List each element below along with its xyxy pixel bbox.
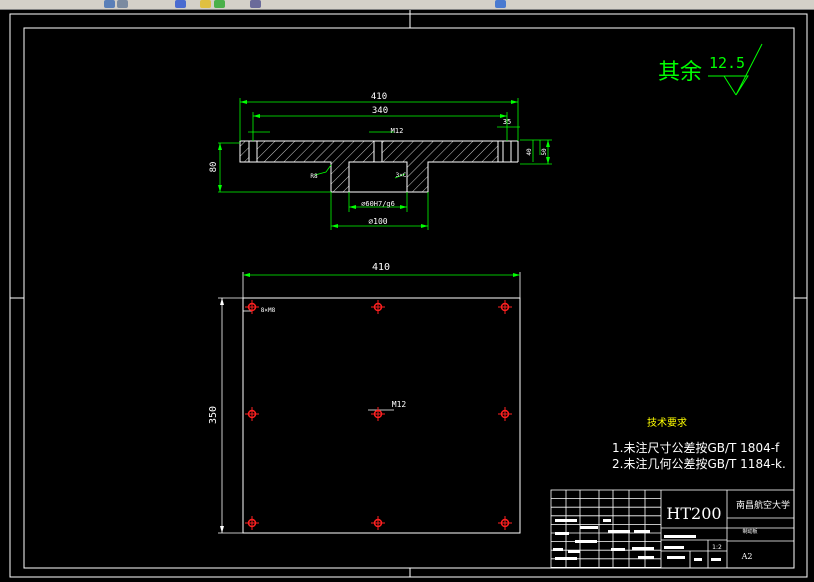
tech-req-line-1: 1.未注尺寸公差按GB/T 1804-f: [612, 440, 780, 455]
left-note: R8: [310, 173, 318, 180]
hole-marker: [371, 516, 385, 530]
hole-marker: [245, 407, 259, 421]
hub-bore-label: ⌀60H7/g6: [361, 200, 395, 208]
dim-bolt-span: 340: [372, 106, 388, 116]
plan-view: 410 350 8×M8 M12: [208, 262, 521, 534]
save-icon[interactable]: [104, 0, 115, 8]
dim-right-b: 40: [526, 148, 533, 156]
hole-marker: [498, 407, 512, 421]
dim-height: 80: [209, 162, 219, 173]
print-icon[interactable]: [117, 0, 128, 8]
cad-drawing-canvas[interactable]: 410 340 80 35 40 50 M12 ⌀60H7/g6 ⌀100 R8…: [0, 10, 814, 582]
zoom-icon[interactable]: [495, 0, 506, 8]
layer-icon[interactable]: [175, 0, 186, 8]
plan-dim-height: 350: [208, 406, 219, 424]
right-note: 3×C: [396, 172, 407, 179]
dim-right-a: 35: [503, 118, 511, 126]
sheet-border: [9, 10, 808, 578]
roughness-prefix: 其余: [658, 60, 702, 85]
title-scale: 1:2: [712, 544, 722, 551]
tech-req-title: 技术要求: [647, 416, 687, 429]
hole-marker: [371, 300, 385, 314]
hole-marker: [498, 300, 512, 314]
plan-dim-width: 410: [372, 262, 390, 273]
hole-marker: [245, 300, 259, 314]
properties-icon[interactable]: [250, 0, 261, 8]
hole-marker: [498, 516, 512, 530]
redo-icon[interactable]: [214, 0, 225, 8]
roughness-symbol: 其余 12.5: [658, 43, 763, 96]
hole-marker: [245, 516, 259, 530]
title-school: 南昌航空大学: [736, 499, 790, 511]
cad-toolbar: [0, 0, 814, 10]
center-label: M12: [392, 400, 407, 409]
technical-requirements: 技术要求 1.未注尺寸公差按GB/T 1804-f 2.未注几何公差按GB/T …: [612, 416, 786, 471]
dim-overall-width: 410: [371, 92, 387, 102]
dim-right-c: 50: [541, 148, 548, 156]
hole-marker: [371, 407, 385, 421]
undo-icon[interactable]: [200, 0, 211, 8]
title-part-name: 制动板: [742, 528, 757, 535]
left-bolt-hole: [248, 140, 258, 163]
hole-markers: [245, 300, 512, 530]
center-thread-hole: [373, 140, 383, 163]
title-material: HT200: [666, 504, 721, 523]
thread-label: M12: [391, 127, 404, 135]
right-bolt-hole: [502, 140, 512, 163]
section-view: 410 340 80 35 40 50 M12 ⌀60H7/g6 ⌀100 R8…: [209, 92, 552, 230]
tech-req-line-2: 2.未注几何公差按GB/T 1184-k.: [612, 456, 786, 471]
roughness-value: 12.5: [709, 54, 745, 72]
hub-outer-label: ⌀100: [368, 217, 387, 226]
title-sheet-size: A2: [741, 552, 753, 561]
hole-note: 8×M8: [261, 307, 276, 314]
